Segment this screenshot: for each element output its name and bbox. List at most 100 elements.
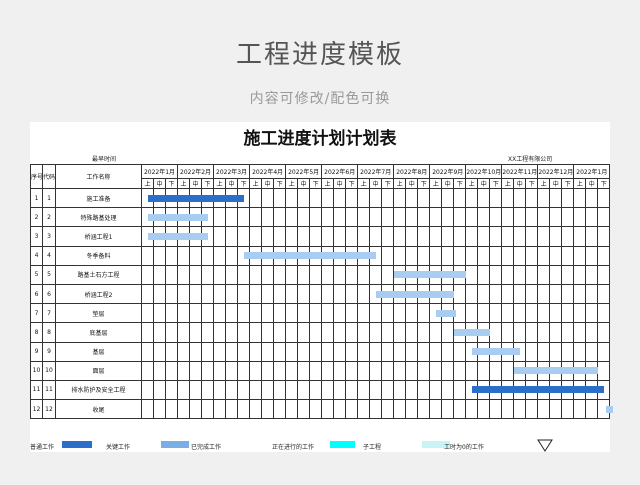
timeline-cell [225, 379, 239, 401]
period-header: 上 [285, 178, 299, 189]
timeline-cell [525, 264, 539, 285]
task-row: 3 3 桥涵工程1 [30, 226, 611, 247]
timeline-cell [213, 226, 227, 247]
timeline-cell [153, 207, 166, 228]
task-code: 8 [42, 322, 56, 343]
timeline-cell [273, 283, 287, 305]
timeline-cell [537, 322, 551, 343]
task-name: 特殊路基处理 [55, 207, 142, 228]
timeline-cell [261, 341, 275, 362]
timeline-cell [273, 303, 287, 324]
timeline-cell [321, 187, 335, 209]
timeline-cell [537, 360, 551, 381]
timeline-cell [164, 303, 179, 324]
timeline-cell [309, 264, 323, 285]
timeline-cell [441, 283, 455, 305]
timeline-cell [381, 226, 395, 247]
month-header: 2022年6月 [321, 164, 359, 179]
timeline-cell [429, 379, 443, 401]
task-code: 1 [42, 187, 56, 209]
timeline-cell [177, 341, 191, 362]
timeline-cell [321, 245, 335, 266]
timeline-cell [453, 226, 467, 247]
task-seq: 3 [30, 226, 43, 247]
timeline-cell [321, 399, 335, 420]
timeline-cell [189, 399, 203, 420]
timeline-cell [525, 341, 539, 362]
timeline-cell [345, 226, 359, 247]
timeline-cell [164, 207, 179, 228]
timeline-cell [164, 399, 179, 420]
timeline-cell [237, 379, 251, 401]
timeline-cell [309, 322, 323, 343]
timeline-cell [357, 303, 371, 324]
timeline-cell [249, 341, 263, 362]
period-header: 中 [369, 178, 383, 189]
timeline-cell [501, 264, 515, 285]
timeline-cell [405, 187, 419, 209]
timeline-cell [393, 379, 407, 401]
timeline-cell [537, 303, 551, 324]
timeline-cell [585, 207, 599, 228]
timeline-cell [297, 187, 311, 209]
timeline-cell [213, 283, 227, 305]
timeline-cell [561, 379, 575, 401]
timeline-cell [369, 207, 383, 228]
timeline-cell [333, 399, 347, 420]
timeline-cell [453, 264, 467, 285]
legend-sub-label: 子工程 [363, 444, 382, 451]
period-header: 中 [189, 178, 203, 189]
timeline-cell [225, 341, 239, 362]
timeline-cell [465, 207, 479, 228]
timeline-cell [273, 264, 287, 285]
timeline-cell [441, 341, 455, 362]
timeline-cell [141, 379, 154, 401]
timeline-cell [405, 245, 419, 266]
timeline-cell [345, 245, 359, 266]
timeline-cell [285, 303, 299, 324]
task-row: 2 2 特殊路基处理 [30, 207, 611, 228]
timeline-cell [225, 264, 239, 285]
timeline-cell [417, 322, 431, 343]
timeline-cell [549, 399, 563, 420]
timeline-cell [573, 379, 587, 401]
timeline-cell [153, 360, 166, 381]
timeline-cell [153, 341, 166, 362]
timeline-cell [345, 399, 359, 420]
timeline-cell [333, 360, 347, 381]
timeline-cell [501, 226, 515, 247]
timeline-cell [285, 322, 299, 343]
timeline-cell [177, 322, 191, 343]
timeline-cell [501, 399, 515, 420]
task-name: 施工准备 [55, 187, 142, 209]
timeline-cell [465, 187, 479, 209]
timeline-cell [417, 303, 431, 324]
timeline-cell [357, 322, 371, 343]
timeline-cell [573, 245, 587, 266]
timeline-cell [573, 226, 587, 247]
timeline-cell [585, 187, 599, 209]
period-header: 下 [525, 178, 539, 189]
timeline-cell [597, 360, 611, 381]
timeline-cell [513, 360, 527, 381]
timeline-cell [189, 379, 203, 401]
task-row: 11 11 排水防护及安全工程 [30, 379, 611, 401]
timeline-cell [369, 226, 383, 247]
timeline-cell [429, 360, 443, 381]
timeline-cell [285, 283, 299, 305]
timeline-cell [333, 187, 347, 209]
timeline-cell [213, 341, 227, 362]
timeline-cell [164, 360, 179, 381]
timeline-cell [321, 322, 335, 343]
timeline-cell [513, 187, 527, 209]
timeline-cell [537, 379, 551, 401]
timeline-cell [561, 226, 575, 247]
period-header: 上 [249, 178, 263, 189]
timeline-cell [225, 207, 239, 228]
timeline-cell [213, 264, 227, 285]
timeline-cell [465, 322, 479, 343]
timeline-cell [213, 187, 227, 209]
timeline-cell [309, 303, 323, 324]
timeline-cell [164, 245, 179, 266]
timeline-cell [273, 379, 287, 401]
